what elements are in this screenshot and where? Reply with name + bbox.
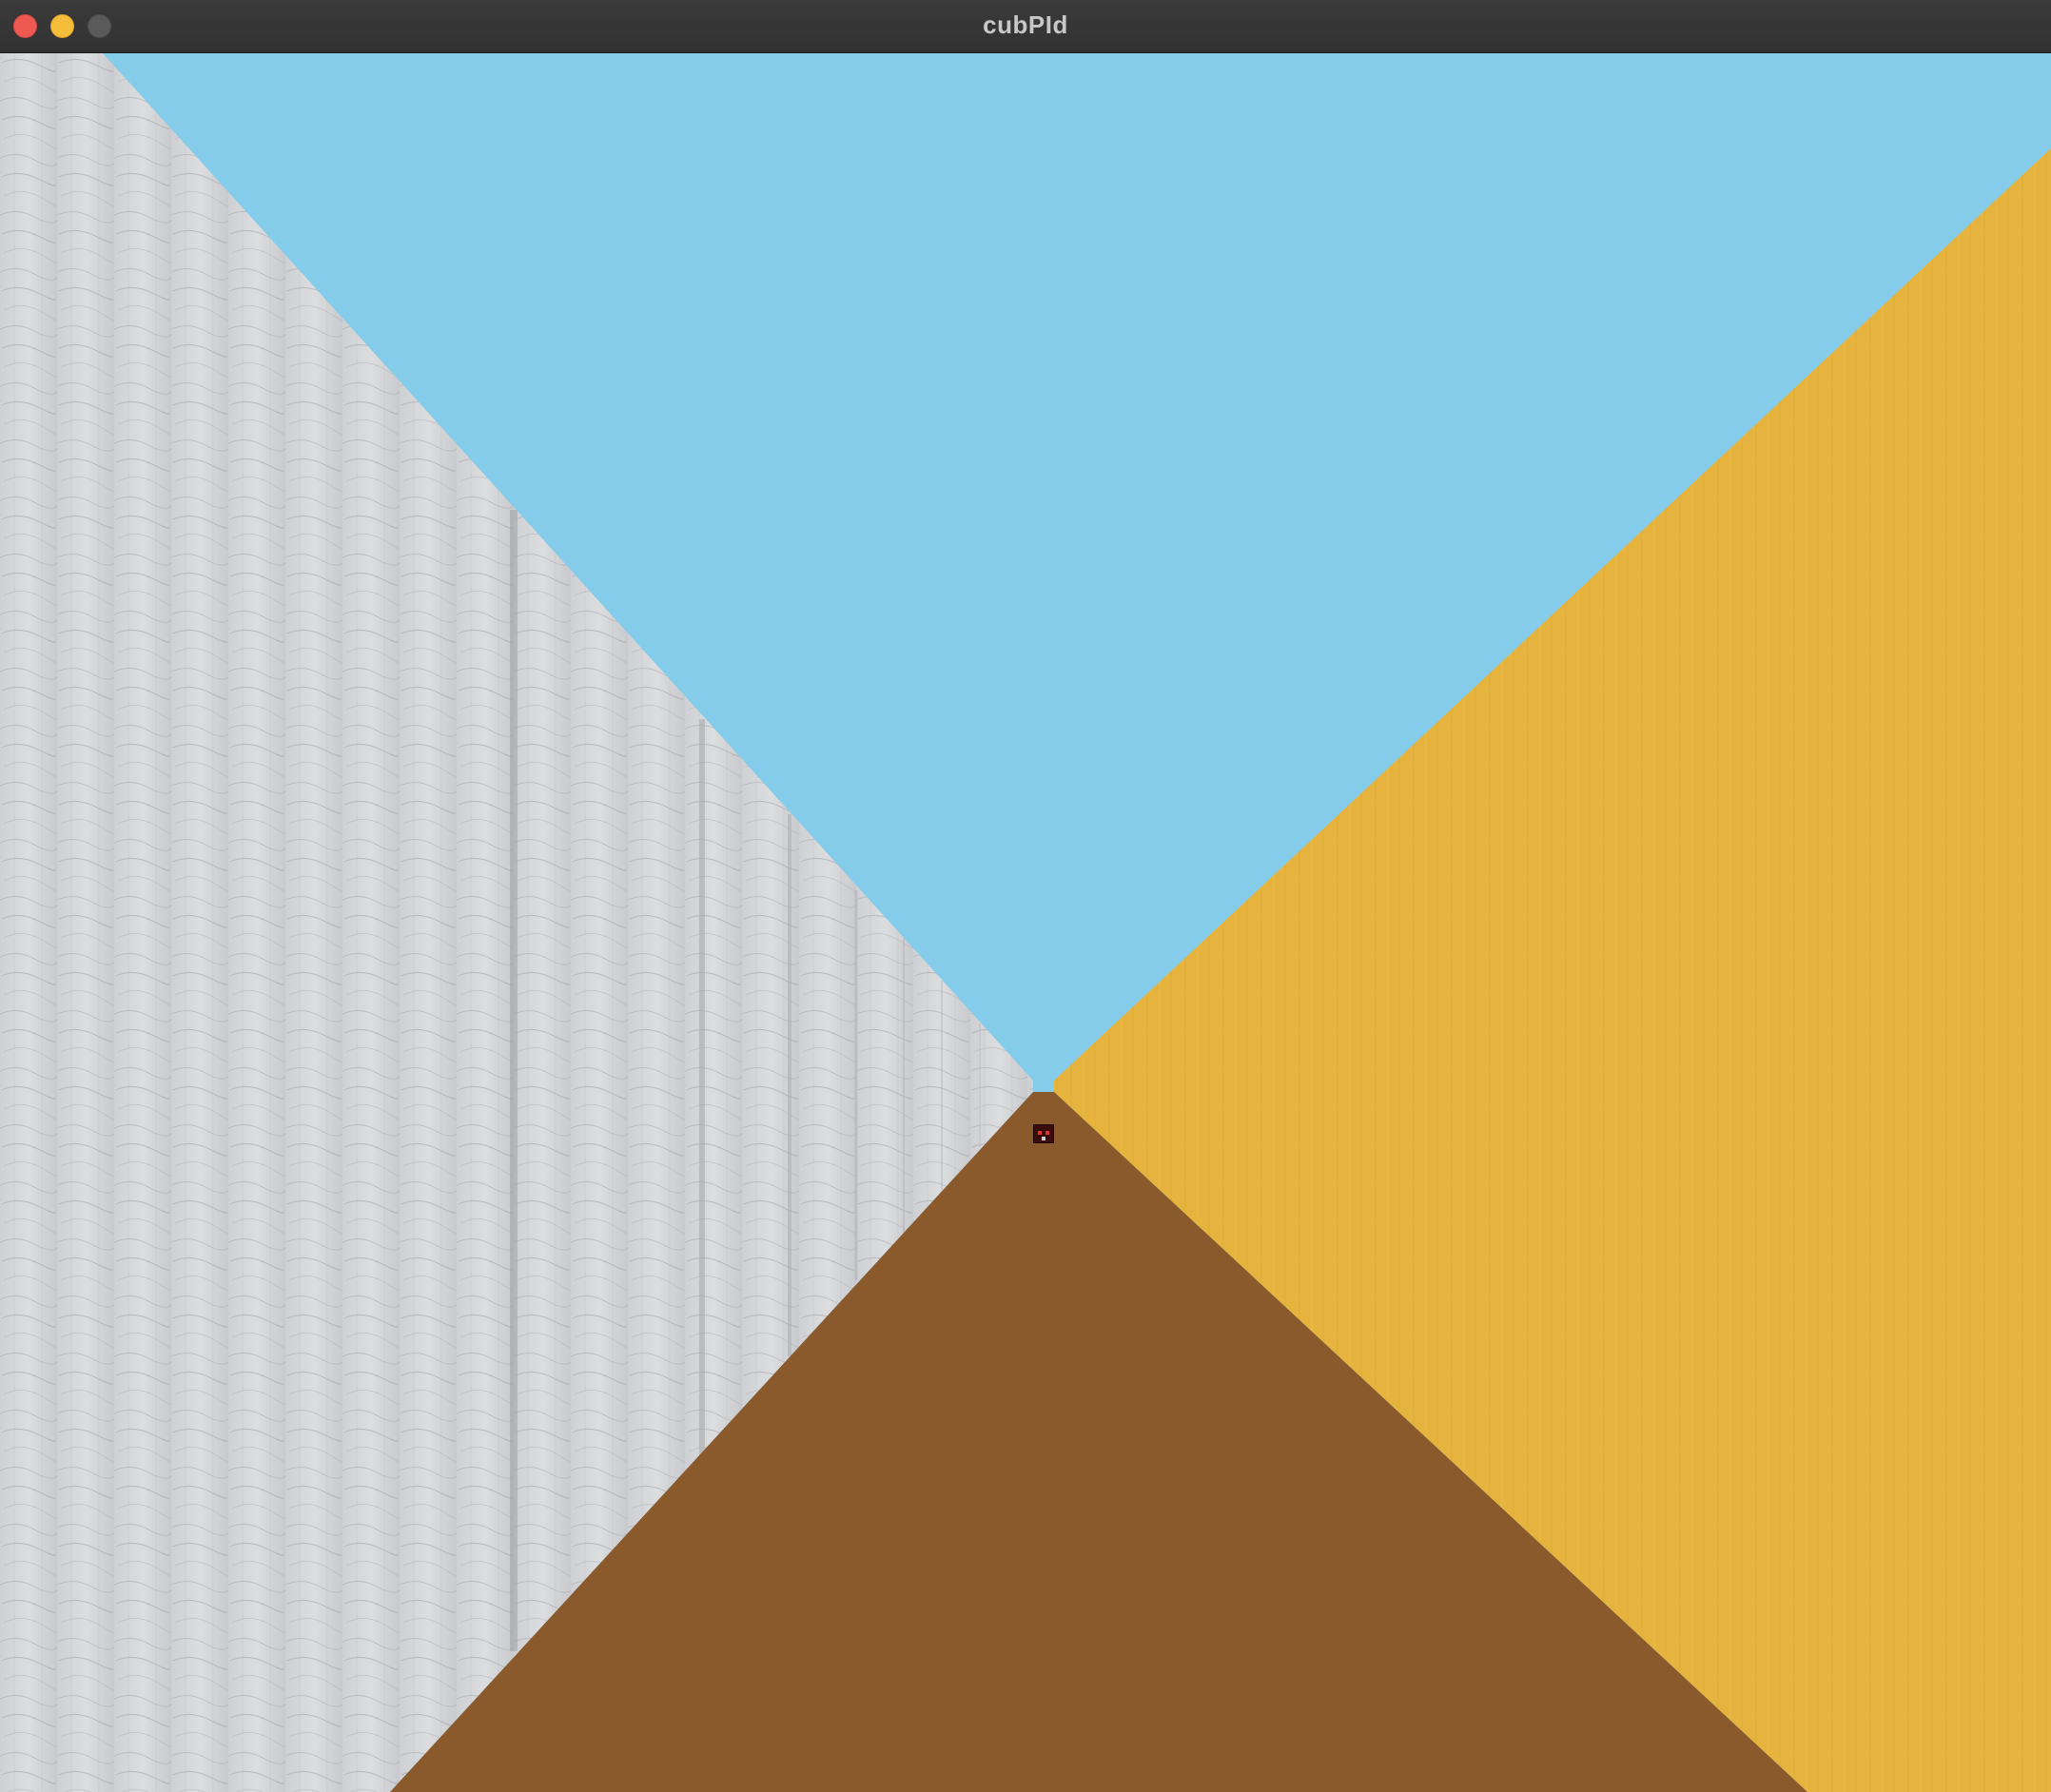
game-window: cubPId	[0, 0, 2051, 1792]
window-title: cubPId	[983, 10, 1068, 39]
raycast-scene	[0, 53, 2051, 1792]
game-viewport[interactable]	[0, 53, 2051, 1792]
enemy-sprite-icon	[1033, 1124, 1054, 1143]
title-bar[interactable]: cubPId	[0, 0, 2051, 53]
